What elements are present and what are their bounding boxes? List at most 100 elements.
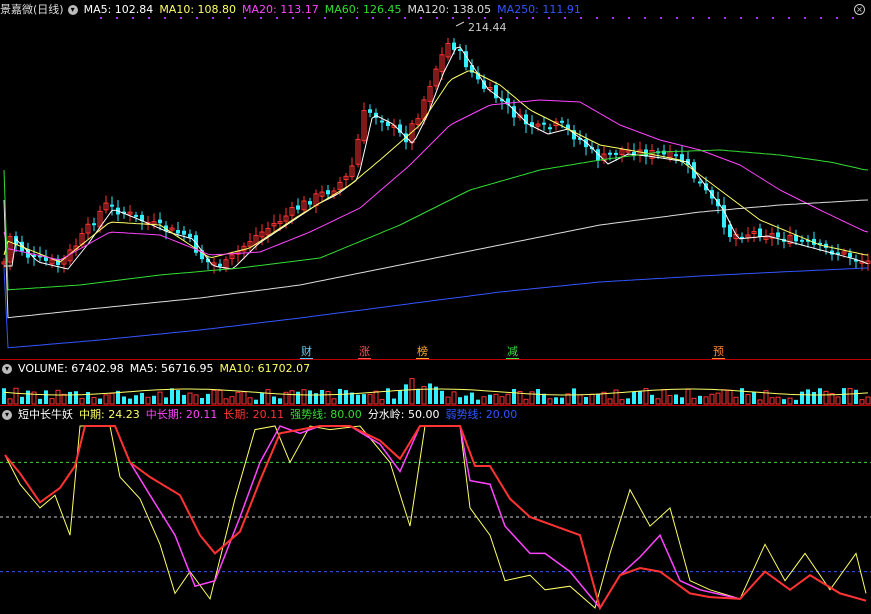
volume-bar [655, 398, 661, 405]
volume-bar [626, 398, 630, 404]
volume-bar [140, 392, 144, 404]
volume-bar [859, 399, 865, 405]
volume-bar [122, 396, 126, 404]
volume-bar [823, 390, 829, 405]
volume-bar [721, 389, 727, 405]
candle-down [848, 252, 852, 258]
reference-dot [804, 17, 806, 19]
candle-down [776, 232, 780, 238]
reference-dot [324, 17, 326, 19]
volume-bar [20, 396, 24, 404]
volume-bar [223, 398, 229, 405]
volume-bar [842, 388, 846, 404]
candle-down [176, 230, 180, 234]
reference-dot [772, 17, 774, 19]
reference-dot [436, 17, 438, 19]
volume-bar [428, 383, 432, 404]
volume-bar [613, 389, 619, 405]
watershed-label: 分水岭: 50.00 [367, 408, 440, 421]
volume-bar [200, 397, 204, 404]
volume-bar [703, 396, 709, 405]
reference-dot [724, 17, 726, 19]
volume-bar [331, 398, 337, 405]
reference-dot [644, 17, 646, 19]
volume-bar [398, 390, 402, 404]
volume-bar [488, 394, 492, 404]
reference-dot [356, 17, 358, 19]
volume-bar [91, 397, 97, 405]
volume-bar [7, 398, 13, 405]
volume-bar [680, 397, 684, 404]
volume-bar [86, 391, 90, 404]
reference-dot [708, 17, 710, 19]
volume-bar [187, 392, 193, 405]
volume-ma5-label: MA5: 56716.95 [129, 362, 214, 375]
volume-bar [338, 388, 342, 404]
volume-bar [211, 389, 217, 405]
candle-down [158, 219, 162, 224]
strong-line-label: 强势线: 80.00 [290, 408, 362, 421]
volume-bar [547, 398, 553, 405]
reference-dot [196, 17, 198, 19]
reference-dot [148, 17, 150, 19]
volume-bar [103, 394, 109, 405]
volume-bar [44, 390, 48, 404]
volume-bar [296, 391, 300, 404]
reference-dot [404, 17, 406, 19]
volume-bar [794, 399, 798, 404]
volume-bar [344, 390, 348, 404]
volume-bar [638, 391, 642, 404]
reference-dot [276, 17, 278, 19]
reference-dot [500, 17, 502, 19]
candle-down [614, 152, 618, 155]
chevron-down-icon[interactable]: ▾ [2, 364, 12, 374]
reference-dot [116, 17, 118, 19]
volume-bar [392, 398, 396, 404]
event-marker-reduce[interactable]: 减 [506, 345, 519, 359]
volume-bar [499, 396, 505, 405]
event-marker-financial[interactable]: 财 [300, 345, 313, 359]
volume-bar [607, 398, 613, 405]
volume-bar [847, 388, 853, 405]
volume-bar [379, 399, 385, 405]
reference-dot [548, 17, 550, 19]
event-marker-limit-up[interactable]: 涨 [358, 345, 371, 359]
stock-chart[interactable]: 214.44 [0, 0, 871, 614]
volume-bar [241, 391, 247, 405]
volume-bar [733, 396, 739, 405]
volume-bar [464, 395, 468, 404]
reference-dot [836, 17, 838, 19]
reference-dot [388, 17, 390, 19]
volume-bar [440, 390, 444, 404]
volume-ma10-label: MA10: 61702.07 [219, 362, 311, 375]
volume-bar [572, 388, 576, 404]
reference-dot [452, 17, 454, 19]
event-marker-forecast[interactable]: 预 [712, 345, 725, 359]
volume-bar [409, 378, 415, 405]
reference-dot [532, 17, 534, 19]
volume-bar [176, 390, 180, 404]
volume-bar [806, 389, 810, 404]
volume-bar [727, 389, 733, 405]
chevron-down-icon[interactable]: ▾ [2, 410, 12, 420]
volume-bar [254, 399, 258, 404]
volume-bar [589, 393, 595, 405]
volume-bar [523, 398, 529, 405]
reference-dot [244, 17, 246, 19]
volume-bar [554, 397, 558, 404]
candle-down [560, 120, 564, 123]
volume-bar [74, 391, 78, 404]
volume-bar [272, 396, 276, 404]
indicator-name[interactable]: 短中长牛妖 [18, 408, 73, 421]
event-marker-ranking[interactable]: 榜 [416, 345, 429, 359]
volume-bar [451, 391, 457, 405]
reference-dot [580, 17, 582, 19]
panel-divider [0, 405, 871, 406]
volume-bar [458, 397, 462, 404]
volume-bar [235, 391, 241, 405]
volume-bar [68, 391, 72, 404]
volume-bar [193, 394, 199, 405]
volume-bar [217, 389, 223, 405]
volume-bar [596, 393, 600, 404]
volume-bar [55, 389, 61, 405]
